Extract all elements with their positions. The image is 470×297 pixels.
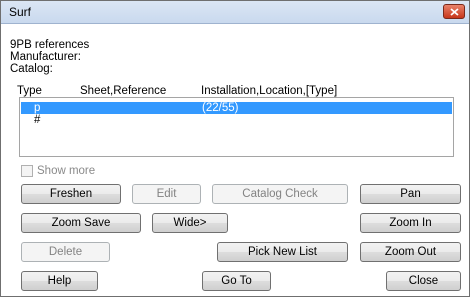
catalog-label: Catalog:: [10, 63, 53, 75]
delete-button[interactable]: Delete: [21, 242, 110, 262]
references-list[interactable]: p (22/55) #: [19, 97, 454, 157]
list-item-selected[interactable]: p (22/55): [21, 102, 452, 114]
go-to-button[interactable]: Go To: [202, 271, 271, 291]
pick-new-list-button[interactable]: Pick New List: [217, 242, 348, 262]
zoom-in-button[interactable]: Zoom In: [360, 213, 461, 233]
catalog-check-button[interactable]: Catalog Check: [212, 184, 348, 204]
column-header-installation[interactable]: Installation,Location,[Type]: [201, 85, 337, 97]
show-more-checkbox[interactable]: [21, 165, 33, 177]
close-icon: [450, 8, 459, 16]
help-button[interactable]: Help: [21, 271, 98, 291]
list-item-installation: (22/55): [202, 102, 239, 114]
freshen-button[interactable]: Freshen: [21, 184, 121, 204]
column-header-type[interactable]: Type: [17, 85, 42, 97]
pan-button[interactable]: Pan: [360, 184, 461, 204]
references-title: 9PB references: [10, 39, 90, 51]
zoom-save-button[interactable]: Zoom Save: [21, 213, 141, 233]
surf-dialog: Surf 9PB references Manufacturer: Catalo…: [0, 0, 470, 297]
manufacturer-label: Manufacturer:: [10, 51, 81, 63]
zoom-out-button[interactable]: Zoom Out: [360, 242, 461, 262]
window-title: Surf: [9, 5, 32, 19]
list-item[interactable]: #: [21, 114, 452, 126]
close-button[interactable]: Close: [386, 271, 461, 291]
list-item-type: #: [34, 114, 41, 126]
edit-button[interactable]: Edit: [132, 184, 201, 204]
column-header-reference[interactable]: Sheet,Reference: [80, 85, 166, 97]
show-more-label: Show more: [37, 165, 96, 177]
title-bar: Surf: [1, 1, 469, 24]
wide-button[interactable]: Wide>: [152, 213, 228, 233]
close-window-button[interactable]: [443, 4, 465, 19]
list-item-type: p: [34, 102, 41, 114]
